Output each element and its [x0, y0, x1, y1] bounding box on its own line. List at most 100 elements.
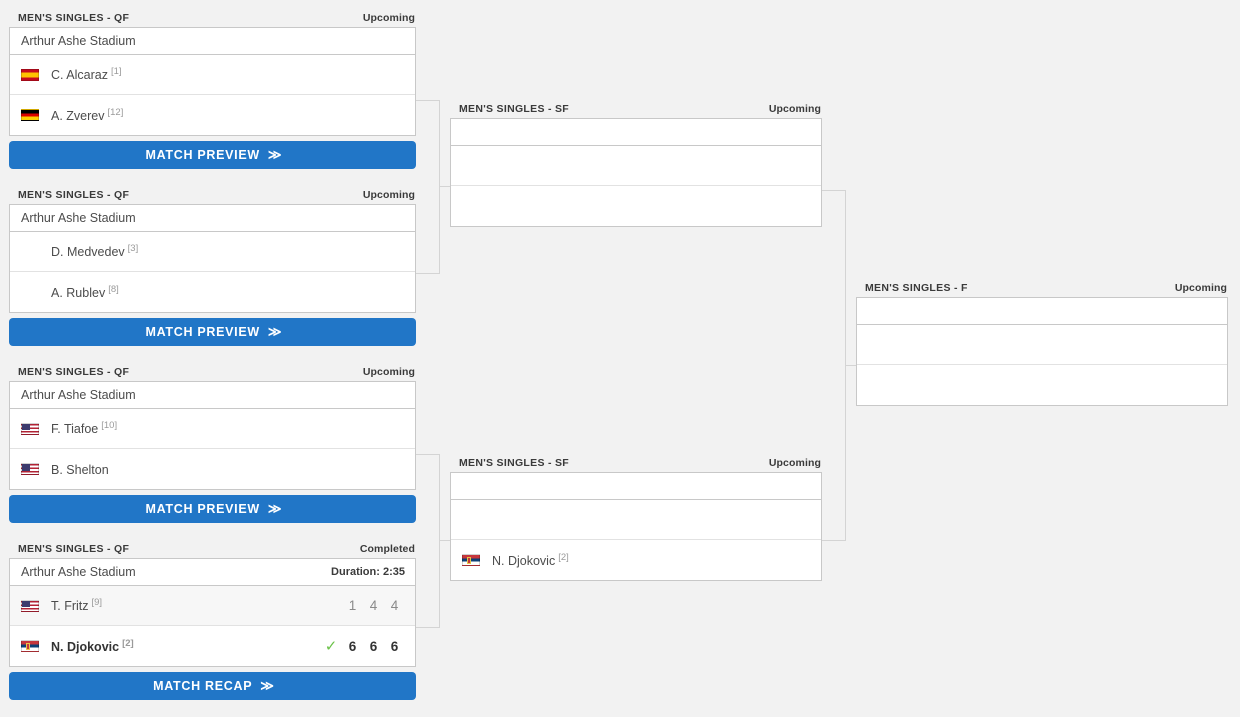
status-badge: Upcoming [362, 188, 415, 201]
card-body: Arthur Ashe Stadium F. Tiafoe [10] B. She… [9, 381, 416, 490]
venue-row: Arthur Ashe Stadium [10, 205, 415, 232]
match-preview-button[interactable]: MATCH PREVIEW ≫ [9, 495, 416, 523]
player-name [492, 198, 495, 214]
match-card-qf-2[interactable]: MEN'S SINGLES - QF Upcoming Arthur Ashe … [9, 185, 416, 346]
venue-label: Arthur Ashe Stadium [21, 565, 136, 579]
chevron-right-icon: ≫ [267, 147, 282, 162]
flag-serbia-icon [462, 554, 480, 566]
card-header: MEN'S SINGLES - SF Upcoming [450, 99, 822, 118]
player-row[interactable]: A. Rublev [8] [10, 272, 415, 312]
venue-label: Arthur Ashe Stadium [21, 34, 136, 48]
player-row[interactable]: A. Zverev [12] [10, 95, 415, 135]
player-row[interactable] [857, 325, 1227, 365]
player-row[interactable]: C. Alcaraz [1] [10, 55, 415, 95]
status-badge: Upcoming [362, 365, 415, 378]
player-name: D. Medvedev [3] [51, 243, 139, 260]
match-recap-button[interactable]: MATCH RECAP ≫ [9, 672, 416, 700]
set-score: 1 [348, 598, 357, 613]
player-row[interactable]: F. Tiafoe [10] [10, 409, 415, 449]
status-badge: Upcoming [768, 456, 821, 469]
venue-row: Arthur Ashe Stadium [10, 382, 415, 409]
match-card-sf-1[interactable]: MEN'S SINGLES - SF Upcoming [450, 99, 822, 227]
flag-usa-icon [21, 599, 39, 612]
round-label: MEN'S SINGLES - QF [18, 11, 130, 24]
match-card-qf-1[interactable]: MEN'S SINGLES - QF Upcoming Arthur Ashe … [9, 8, 416, 169]
player-name: T. Fritz [9] [51, 597, 103, 614]
status-badge: Upcoming [768, 102, 821, 115]
set-score: 4 [369, 598, 378, 613]
flag-usa-icon [21, 422, 39, 435]
set-score: 6 [348, 638, 357, 654]
card-body: N. Djokovic [2] [450, 472, 822, 581]
flag-usa-icon [21, 463, 39, 475]
card-header: MEN'S SINGLES - QF Upcoming [9, 185, 416, 204]
chevron-right-icon: ≫ [267, 501, 282, 516]
match-card-qf-4[interactable]: MEN'S SINGLES - QF Completed Arthur Ashe… [9, 539, 416, 700]
player-name [898, 377, 901, 393]
card-header: MEN'S SINGLES - SF Upcoming [450, 453, 822, 472]
button-label: MATCH PREVIEW [145, 502, 260, 516]
player-row[interactable]: D. Medvedev [3] [10, 232, 415, 272]
player-row[interactable] [857, 365, 1227, 405]
player-row[interactable]: N. Djokovic [2] ✓ 6 6 6 [10, 626, 415, 666]
match-card-qf-3[interactable]: MEN'S SINGLES - QF Upcoming Arthur Ashe … [9, 362, 416, 523]
player-row[interactable]: B. Shelton [10, 449, 415, 489]
player-row[interactable] [451, 146, 821, 186]
match-preview-button[interactable]: MATCH PREVIEW ≫ [9, 141, 416, 169]
player-row[interactable]: N. Djokovic [2] [451, 540, 821, 580]
player-name: B. Shelton [51, 463, 109, 478]
set-score: 6 [369, 638, 378, 654]
flag-spain-icon [21, 68, 39, 81]
venue-row: Arthur Ashe Stadium Duration: 2:35 [10, 559, 415, 586]
chevron-right-icon: ≫ [260, 678, 274, 693]
flag-none-icon [868, 379, 886, 391]
set-score: 6 [390, 638, 399, 654]
player-name: N. Djokovic [2] [51, 637, 134, 655]
duration-label: Duration: 2:35 [331, 566, 405, 578]
set-scores: 6 6 6 [342, 639, 405, 654]
button-label: MATCH PREVIEW [145, 148, 260, 162]
match-preview-button[interactable]: MATCH PREVIEW ≫ [9, 318, 416, 346]
match-card-sf-2[interactable]: MEN'S SINGLES - SF Upcoming N. Djokovic[… [450, 453, 822, 581]
card-header: MEN'S SINGLES - F Upcoming [856, 278, 1228, 297]
flag-none-icon [462, 160, 480, 172]
player-name: C. Alcaraz [1] [51, 66, 122, 83]
flag-germany-icon [21, 109, 39, 121]
player-name [492, 157, 495, 173]
set-scores: 1 4 4 [342, 598, 405, 613]
status-badge: Upcoming [362, 11, 415, 24]
round-label: MEN'S SINGLES - SF [459, 456, 569, 469]
venue-row [451, 473, 821, 500]
round-label: MEN'S SINGLES - F [865, 281, 968, 294]
match-card-final[interactable]: MEN'S SINGLES - F Upcoming [856, 278, 1228, 406]
venue-row [451, 119, 821, 146]
card-body [450, 118, 822, 227]
set-score: 4 [390, 598, 399, 613]
round-label: MEN'S SINGLES - QF [18, 188, 130, 201]
player-row[interactable]: T. Fritz [9] 1 4 4 [10, 586, 415, 626]
card-body [856, 297, 1228, 406]
flag-serbia-icon [21, 640, 39, 652]
card-header: MEN'S SINGLES - QF Upcoming [9, 362, 416, 381]
card-header: MEN'S SINGLES - QF Completed [9, 539, 416, 558]
status-badge: Upcoming [1174, 281, 1227, 294]
venue-label: Arthur Ashe Stadium [21, 211, 136, 225]
flag-none-icon [21, 286, 39, 298]
venue-row: Arthur Ashe Stadium [10, 28, 415, 55]
card-header: MEN'S SINGLES - QF Upcoming [9, 8, 416, 27]
venue-label: Arthur Ashe Stadium [21, 388, 136, 402]
flag-none-icon [462, 514, 480, 526]
player-row[interactable] [451, 500, 821, 540]
player-name [492, 511, 495, 527]
player-name [898, 336, 901, 352]
card-body: Arthur Ashe Stadium C. Alcaraz [1] A. Zve… [9, 27, 416, 136]
card-body: Arthur Ashe Stadium D. Medvedev [3] A. Ru… [9, 204, 416, 313]
round-label: MEN'S SINGLES - QF [18, 542, 130, 555]
flag-none-icon [462, 200, 480, 212]
chevron-right-icon: ≫ [267, 324, 282, 339]
player-name: A. Zverev [12] [51, 106, 124, 124]
round-label: MEN'S SINGLES - SF [459, 102, 569, 115]
player-row[interactable] [451, 186, 821, 226]
player-name: N. Djokovic [2] [492, 551, 569, 569]
player-name: A. Rublev [8] [51, 283, 119, 301]
